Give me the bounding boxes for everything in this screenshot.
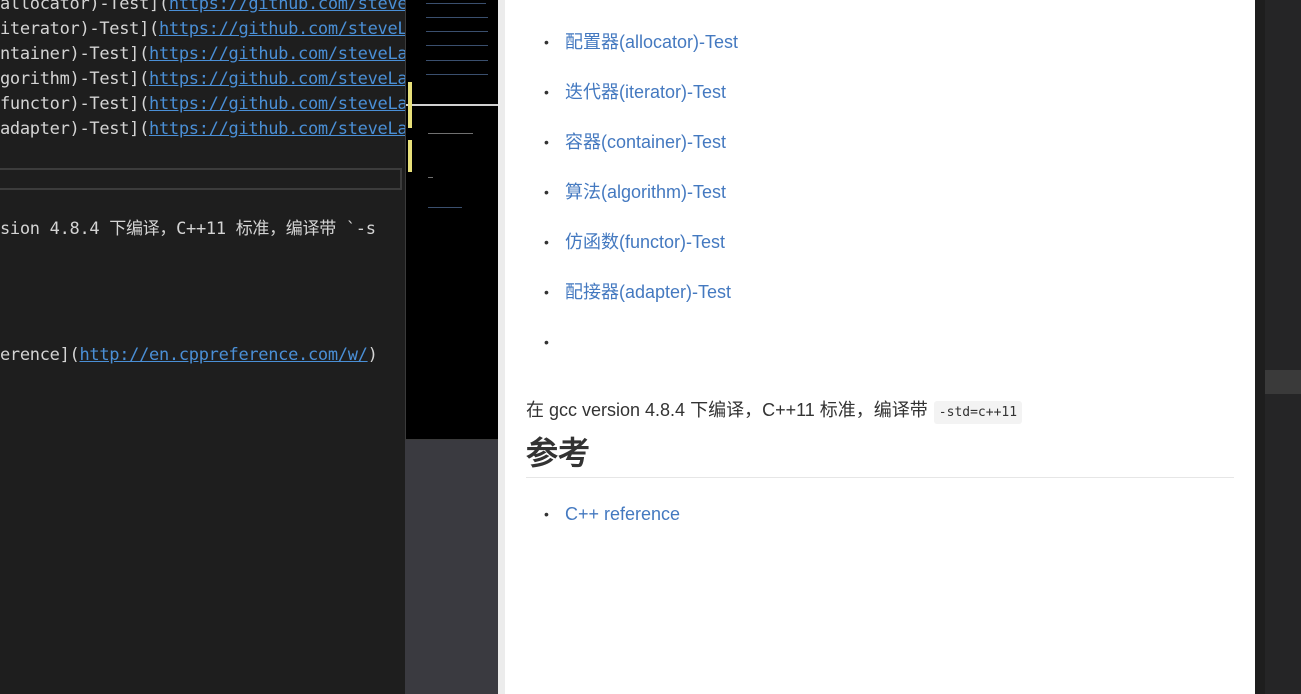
code-text: iterator)-Test](: [0, 19, 159, 39]
code-url[interactable]: https://github.com/steveLa: [149, 94, 405, 114]
code-line[interactable]: ntainer)-Test](https://github.com/steveL…: [0, 42, 405, 67]
code-url[interactable]: https://github.com/steveL: [159, 19, 405, 39]
minimap-change-marker: [408, 82, 412, 128]
code-line[interactable]: sion 4.8.4 下编译，C++11 标准，编译带 `-s: [0, 217, 376, 242]
code-text: erence](: [0, 345, 80, 365]
minimap-line: [428, 177, 433, 178]
minimap-line: [426, 60, 488, 61]
minimap-line: [428, 207, 462, 208]
bullet: •: [544, 34, 549, 50]
code-text: functor)-Test](: [0, 94, 150, 114]
minimap-line: [426, 17, 488, 18]
code-line[interactable]: erence](http://en.cppreference.com/w/): [0, 343, 378, 368]
code-text: allocator)-Test](: [0, 0, 169, 14]
bullet: •: [544, 506, 549, 522]
minimap-change-marker: [408, 140, 412, 172]
code-url[interactable]: https://github.com/steveLa: [149, 69, 405, 89]
code-line[interactable]: adapter)-Test](https://github.com/steveL…: [0, 117, 405, 142]
minimap-line: [426, 31, 488, 32]
code-url[interactable]: https://github.com/steveLa: [149, 119, 405, 139]
reference-heading: 参考: [526, 435, 591, 471]
build-info-text: 在 gcc version 4.8.4 下编译，C++11 标准，编译带 -std…: [526, 397, 1023, 424]
minimap-line: [426, 74, 488, 75]
bullet: •: [544, 334, 549, 350]
code-text: ntainer)-Test](: [0, 44, 150, 64]
editor-current-line-box[interactable]: [0, 168, 402, 190]
minimap-empty-area: [405, 440, 498, 694]
minimap-slider[interactable]: [406, 104, 498, 106]
code-line[interactable]: gorithm)-Test](https://github.com/steveL…: [0, 67, 405, 92]
code-line[interactable]: allocator)-Test](https://github.com/stev…: [0, 0, 405, 17]
bullet: •: [544, 134, 549, 150]
test-link[interactable]: 配置器(allocator)-Test: [565, 29, 738, 55]
build-info-label: 在 gcc version 4.8.4 下编译，C++11 标准，编译带: [526, 400, 928, 420]
test-link[interactable]: 迭代器(iterator)-Test: [565, 79, 726, 105]
heading-divider: [526, 477, 1234, 478]
test-link[interactable]: 容器(container)-Test: [565, 129, 726, 155]
minimap-line: [426, 45, 488, 46]
scrollbar-track[interactable]: [1265, 0, 1301, 694]
code-text: gorithm)-Test](: [0, 69, 150, 89]
test-link[interactable]: 配接器(adapter)-Test: [565, 279, 731, 305]
markdown-preview: • 配置器(allocator)-Test • 迭代器(iterator)-Test…: [505, 0, 1255, 694]
test-link[interactable]: 仿函数(functor)-Test: [565, 229, 725, 255]
code-url[interactable]: http://en.cppreference.com/w/: [79, 345, 367, 365]
code-text: ): [367, 345, 378, 365]
code-line[interactable]: iterator)-Test](https://github.com/steve…: [0, 17, 405, 42]
reference-link[interactable]: C++ reference: [565, 501, 680, 527]
test-link[interactable]: 算法(algorithm)-Test: [565, 179, 726, 205]
minimap-line: [426, 3, 486, 4]
code-text: adapter)-Test](: [0, 119, 150, 139]
code-url[interactable]: https://github.com/steve: [169, 0, 405, 14]
clipped-heading: [565, 0, 785, 4]
bullet: •: [544, 84, 549, 100]
markdown-editor[interactable]: allocator)-Test](https://github.com/stev…: [0, 0, 405, 694]
bullet: •: [544, 284, 549, 300]
minimap[interactable]: [405, 0, 498, 440]
code-url[interactable]: https://github.com/steveLa: [149, 44, 405, 64]
minimap-line: [428, 133, 473, 134]
code-line[interactable]: functor)-Test](https://github.com/steveL…: [0, 92, 405, 117]
scrollbar-thumb[interactable]: [1265, 370, 1301, 394]
bullet: •: [544, 234, 549, 250]
code-text: sion 4.8.4 下编译，C++11 标准，编译带 `-s: [0, 219, 376, 239]
inline-code: -std=c++11: [933, 401, 1023, 424]
bullet: •: [544, 184, 549, 200]
